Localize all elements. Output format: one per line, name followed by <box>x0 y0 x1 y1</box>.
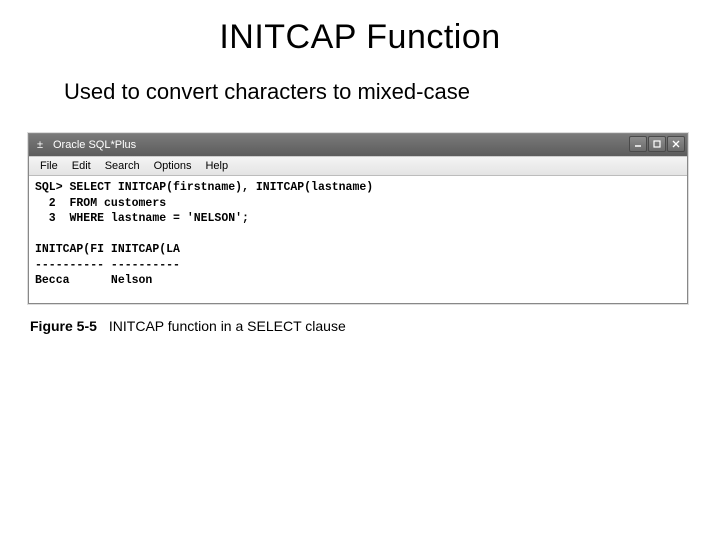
app-icon: ± <box>33 138 47 152</box>
menu-options[interactable]: Options <box>147 160 199 172</box>
sql-line-1: SQL> SELECT INITCAP(firstname), INITCAP(… <box>35 181 373 194</box>
close-button[interactable] <box>667 136 685 152</box>
sqlplus-window: ± Oracle SQL*Plus File Edit Search Optio… <box>28 133 688 304</box>
slide-title: INITCAP Function <box>0 18 720 57</box>
figure-text: INITCAP function in a SELECT clause <box>109 318 346 334</box>
figure-caption: Figure 5-5 INITCAP function in a SELECT c… <box>30 318 720 334</box>
result-row-1: Becca Nelson <box>35 274 152 287</box>
minimize-button[interactable] <box>629 136 647 152</box>
close-icon <box>672 140 680 148</box>
menu-help[interactable]: Help <box>198 160 235 172</box>
result-divider: ---------- ---------- <box>35 259 180 272</box>
titlebar: ± Oracle SQL*Plus <box>29 134 687 156</box>
menu-edit[interactable]: Edit <box>65 160 98 172</box>
slide-subtitle: Used to convert characters to mixed-case <box>0 79 720 105</box>
menubar: File Edit Search Options Help <box>29 156 687 176</box>
figure-label: Figure 5-5 <box>30 318 97 334</box>
terminal-output: SQL> SELECT INITCAP(firstname), INITCAP(… <box>29 176 687 303</box>
maximize-button[interactable] <box>648 136 666 152</box>
result-header: INITCAP(FI INITCAP(LA <box>35 243 180 256</box>
app-title: Oracle SQL*Plus <box>53 139 136 151</box>
window-controls <box>628 136 685 152</box>
slide: INITCAP Function Used to convert charact… <box>0 0 720 540</box>
menu-file[interactable]: File <box>33 160 65 172</box>
minimize-icon <box>634 140 642 148</box>
maximize-icon <box>653 140 661 148</box>
sql-line-2: 2 FROM customers <box>35 197 166 210</box>
sql-line-3: 3 WHERE lastname = 'NELSON'; <box>35 212 249 225</box>
menu-search[interactable]: Search <box>98 160 147 172</box>
